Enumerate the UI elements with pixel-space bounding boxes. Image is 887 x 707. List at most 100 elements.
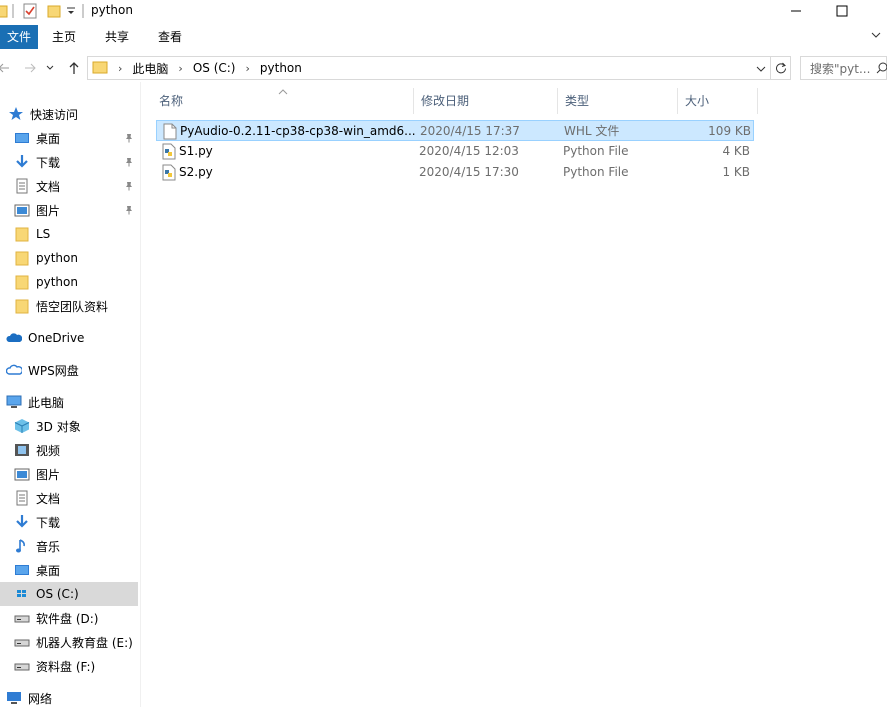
document-icon [14, 490, 30, 506]
sidebar-onedrive[interactable]: OneDrive [0, 326, 138, 350]
file-date: 2020/4/15 17:30 [419, 165, 519, 179]
sidebar-item-quick[interactable]: 文档 [0, 174, 138, 198]
recent-locations-chevron-icon[interactable] [40, 56, 60, 80]
folder-icon [14, 274, 30, 290]
sidebar-item-quick[interactable]: 下载 [0, 150, 138, 174]
sidebar-item-label: 资料盘 (F:) [36, 659, 96, 674]
sidebar-item-pc[interactable]: 音乐 [0, 534, 138, 558]
sidebar-item-pc[interactable]: 资料盘 (F:) [0, 654, 138, 678]
sidebar-item-label: 视频 [36, 443, 61, 458]
sidebar-item-quick[interactable]: python [0, 270, 138, 294]
sidebar-item-pc[interactable]: OS (C:) [0, 582, 138, 606]
computer-icon [6, 394, 22, 410]
column-header-date[interactable]: 修改日期 [414, 88, 558, 114]
column-header-size[interactable]: 大小 [678, 88, 758, 114]
breadcrumb-os-c[interactable]: OS (C:) [193, 61, 236, 75]
sidebar-item-pc[interactable]: 3D 对象 [0, 414, 138, 438]
download-icon [14, 154, 30, 170]
desktop-icon [14, 562, 30, 578]
sidebar-item-label: OneDrive [28, 331, 85, 345]
breadcrumb-chevron-icon[interactable]: › [178, 62, 182, 75]
sidebar-item-pc[interactable]: 机器人教育盘 (E:) [0, 630, 138, 654]
address-dropdown-chevron-icon[interactable] [756, 63, 766, 77]
sidebar-item-label: 3D 对象 [36, 419, 81, 434]
back-arrow-icon[interactable] [0, 56, 14, 80]
file-name: S2.py [179, 165, 213, 179]
title-bar: python [0, 0, 887, 22]
drive-icon [14, 658, 30, 674]
sidebar-item-label: 下载 [36, 155, 61, 170]
search-input[interactable]: 搜索"pyt... [800, 56, 887, 80]
sidebar-item-label: 此电脑 [28, 395, 65, 410]
sidebar-item-label: WPS网盘 [28, 363, 79, 378]
breadcrumb-this-pc[interactable]: 此电脑 [132, 60, 168, 77]
sidebar-item-label: OS (C:) [36, 587, 79, 601]
sidebar-item-quick[interactable]: 图片 [0, 198, 138, 222]
sidebar-item-pc[interactable]: 文档 [0, 486, 138, 510]
maximize-button[interactable] [819, 0, 865, 22]
sidebar-item-pc[interactable]: 图片 [0, 462, 138, 486]
ribbon: 文件 主页 共享 查看 [0, 25, 887, 49]
drive-icon [14, 610, 30, 626]
sidebar-item-quick[interactable]: 悟空团队资料 [0, 294, 138, 318]
tab-home[interactable]: 主页 [44, 25, 84, 49]
breadcrumb-python[interactable]: python [260, 61, 302, 75]
sidebar-item-quick[interactable]: LS [0, 222, 138, 246]
3d-objects-icon [14, 418, 30, 434]
picture-icon [14, 202, 30, 218]
up-arrow-icon[interactable] [64, 56, 84, 80]
wps-cloud-icon [6, 362, 22, 378]
tab-view[interactable]: 查看 [150, 25, 190, 49]
windows-drive-icon [14, 586, 30, 602]
tab-file[interactable]: 文件 [0, 25, 38, 49]
file-name: PyAudio-0.2.11-cp38-cp38-win_amd6... [180, 124, 415, 138]
file-type: WHL 文件 [564, 124, 620, 138]
search-icon[interactable] [876, 62, 887, 77]
sidebar-item-label: 图片 [36, 203, 61, 218]
sidebar-item-label: 快速访问 [30, 107, 79, 122]
file-row[interactable]: S1.py 2020/4/15 12:03 Python File 4 KB [156, 141, 754, 162]
new-folder-icon[interactable] [46, 2, 62, 20]
sidebar-item-pc[interactable]: 下载 [0, 510, 138, 534]
file-type: Python File [563, 144, 629, 158]
properties-icon[interactable] [22, 2, 38, 20]
sidebar-item-pc[interactable]: 视频 [0, 438, 138, 462]
sidebar-item-label: 图片 [36, 467, 61, 482]
column-header-type[interactable]: 类型 [558, 88, 678, 114]
minimize-button[interactable] [773, 0, 819, 22]
pin-icon [124, 180, 134, 194]
sidebar-item-label: 悟空团队资料 [36, 299, 109, 314]
pin-icon [124, 156, 134, 170]
python-file-icon [162, 143, 176, 160]
file-row[interactable]: S2.py 2020/4/15 17:30 Python File 1 KB [156, 162, 754, 183]
sidebar-item-label: 网络 [28, 691, 53, 706]
refresh-icon [775, 62, 786, 74]
sidebar-item-pc[interactable]: 桌面 [0, 558, 138, 582]
column-header-name[interactable]: 名称 [152, 88, 414, 114]
file-row[interactable]: PyAudio-0.2.11-cp38-cp38-win_amd6... 2020… [156, 120, 754, 141]
document-icon [14, 178, 30, 194]
customize-toolbar-chevron-icon[interactable] [66, 2, 76, 20]
pane-divider[interactable] [140, 82, 141, 707]
sidebar-item-pc[interactable]: 软件盘 (D:) [0, 606, 138, 630]
file-size: 109 KB [708, 124, 751, 138]
sidebar-this-pc[interactable]: 此电脑 [0, 390, 138, 414]
sidebar-wps[interactable]: WPS网盘 [0, 358, 138, 382]
sidebar-item-quick[interactable]: python [0, 246, 138, 270]
sidebar-item-quick[interactable]: 桌面 [0, 126, 138, 150]
address-bar[interactable]: › 此电脑 › OS (C:) › python [87, 56, 771, 80]
refresh-button[interactable] [771, 56, 791, 80]
pin-icon [124, 204, 134, 218]
sidebar-network[interactable]: 网络 [0, 686, 138, 707]
breadcrumb-chevron-icon[interactable]: › [118, 62, 122, 75]
forward-arrow-icon[interactable] [20, 56, 40, 80]
sidebar-item-label: python [36, 275, 78, 289]
download-icon [14, 514, 30, 530]
pin-icon [124, 132, 134, 146]
folder-icon [92, 59, 108, 78]
breadcrumb-chevron-icon[interactable]: › [246, 62, 250, 75]
sidebar-item-label: 桌面 [36, 563, 61, 578]
expand-ribbon-chevron-icon[interactable] [871, 29, 881, 43]
sidebar-quick-access[interactable]: 快速访问 [0, 102, 138, 126]
tab-share[interactable]: 共享 [97, 25, 137, 49]
